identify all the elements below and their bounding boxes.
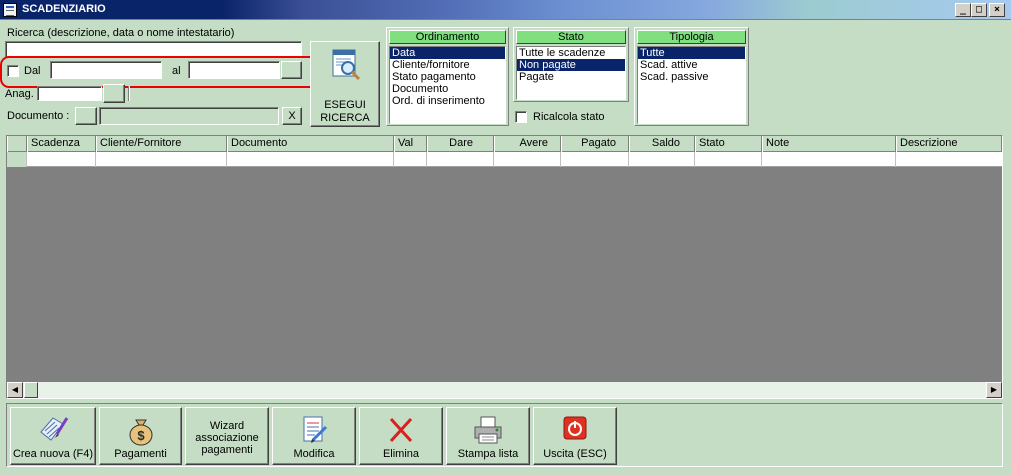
maximize-button[interactable]: □ <box>971 3 987 17</box>
pagamenti-label: Pagamenti <box>114 448 167 460</box>
column-header-stato[interactable]: Stato <box>695 136 762 152</box>
highlight-annotation <box>0 56 320 88</box>
ordinamento-item[interactable]: Ord. di inserimento <box>390 95 505 107</box>
documento-lookup-button[interactable] <box>75 107 97 125</box>
uscita-button[interactable]: Uscita (ESC) <box>533 407 617 465</box>
documento-clear-button[interactable]: X <box>282 107 302 125</box>
stato-list[interactable]: Tutte le scadenze Non pagate Pagate <box>516 46 626 100</box>
delete-x-icon <box>389 417 413 443</box>
stampa-lista-label: Stampa lista <box>457 448 519 460</box>
ordinamento-item[interactable]: Data <box>390 47 505 59</box>
wizard-button[interactable]: Wizard associazione pagamenti <box>185 407 269 465</box>
scadenze-grid[interactable]: Scadenza Cliente/Fornitore Documento Val… <box>6 135 1003 399</box>
money-bag-icon: $ <box>129 419 152 446</box>
anag-field[interactable] <box>37 86 102 101</box>
column-header-saldo[interactable]: Saldo <box>629 136 695 152</box>
execute-search-label-2: RICERCA <box>320 112 370 124</box>
minimize-button[interactable]: _ <box>955 3 971 17</box>
grid-header: Scadenza Cliente/Fornitore Documento Val… <box>7 136 1002 152</box>
wizard-label-1: Wizard <box>209 420 245 432</box>
column-header-descrizione[interactable]: Descrizione <box>896 136 1002 152</box>
search-doc-icon <box>332 49 361 81</box>
ordinamento-list[interactable]: Data Cliente/fornitore Stato pagamento D… <box>389 46 506 124</box>
elimina-button[interactable]: Elimina <box>359 407 443 465</box>
documento-label: Documento : <box>7 110 70 122</box>
ordinamento-item[interactable]: Cliente/fornitore <box>390 59 505 71</box>
wizard-label-3: pagamenti <box>201 444 253 456</box>
column-header-dare[interactable]: Dare <box>427 136 494 152</box>
documento-field <box>99 107 279 125</box>
stato-item[interactable]: Pagate <box>517 71 625 83</box>
ordinamento-header: Ordinamento <box>389 30 506 44</box>
printer-icon <box>474 416 502 444</box>
search-label: Ricerca (descrizione, data o nome intest… <box>7 27 235 39</box>
edit-document-icon <box>303 416 328 443</box>
scroll-left-icon[interactable]: ◀ <box>7 382 23 398</box>
tipologia-list[interactable]: Tutte Scad. attive Scad. passive <box>637 46 746 124</box>
uscita-label: Uscita (ESC) <box>543 448 607 460</box>
scrollbar-thumb[interactable] <box>24 382 38 398</box>
wizard-label-2: associazione <box>195 432 259 444</box>
column-header-avere[interactable]: Avere <box>494 136 561 152</box>
column-header-scadenza[interactable]: Scadenza <box>27 136 96 152</box>
window-title: SCADENZIARIO <box>22 3 106 15</box>
app-icon <box>3 3 17 17</box>
elimina-label: Elimina <box>382 448 420 460</box>
execute-search-button[interactable]: ESEGUI RICERCA <box>310 41 380 127</box>
table-row[interactable] <box>7 152 1002 167</box>
pagamenti-button[interactable]: $ Pagamenti <box>99 407 182 465</box>
anag-label: Anag. <box>5 88 34 100</box>
column-header-documento[interactable]: Documento <box>227 136 394 152</box>
ordinamento-item[interactable]: Documento <box>390 83 505 95</box>
crea-nuova-button[interactable]: Crea nuova (F4) <box>10 407 96 465</box>
modifica-button[interactable]: Modifica <box>272 407 356 465</box>
tipologia-item[interactable]: Scad. attive <box>638 59 745 71</box>
anag-separator <box>128 86 130 101</box>
tipologia-item[interactable]: Tutte <box>638 47 745 59</box>
column-header-pagato[interactable]: Pagato <box>561 136 629 152</box>
stato-item[interactable]: Non pagate <box>517 59 625 71</box>
new-document-pencil-icon <box>40 417 69 441</box>
scroll-right-icon[interactable]: ▶ <box>986 382 1002 398</box>
ricalcola-label: Ricalcola stato <box>533 111 605 123</box>
bottom-toolbar: Crea nuova (F4) $ Pagamenti Wizard assoc… <box>6 403 1003 467</box>
modifica-label: Modifica <box>293 448 335 460</box>
power-exit-icon <box>563 416 587 440</box>
stampa-lista-button[interactable]: Stampa lista <box>446 407 530 465</box>
tipologia-panel: Tipologia Tutte Scad. attive Scad. passi… <box>634 27 749 126</box>
column-header-val[interactable]: Val <box>394 136 427 152</box>
crea-nuova-label: Crea nuova (F4) <box>12 448 94 460</box>
column-header-note[interactable]: Note <box>762 136 896 152</box>
tipologia-item[interactable]: Scad. passive <box>638 71 745 83</box>
stato-panel: Stato Tutte le scadenze Non pagate Pagat… <box>513 27 629 102</box>
anag-lookup-button[interactable] <box>103 84 125 103</box>
ordinamento-panel: Ordinamento Data Cliente/fornitore Stato… <box>386 27 509 126</box>
execute-search-label-1: ESEGUI <box>324 99 366 111</box>
grid-corner-cell <box>7 136 27 152</box>
svg-text:$: $ <box>137 428 145 443</box>
horizontal-scrollbar[interactable]: ◀ ▶ <box>7 382 1002 398</box>
close-button[interactable]: × <box>989 3 1005 17</box>
stato-header: Stato <box>516 30 626 44</box>
title-bar: SCADENZIARIO _ □ × <box>0 0 1011 20</box>
tipologia-header: Tipologia <box>637 30 746 44</box>
ricalcola-checkbox[interactable] <box>515 111 527 123</box>
ordinamento-item[interactable]: Stato pagamento <box>390 71 505 83</box>
stato-item[interactable]: Tutte le scadenze <box>517 47 625 59</box>
column-header-cliente[interactable]: Cliente/Fornitore <box>96 136 227 152</box>
